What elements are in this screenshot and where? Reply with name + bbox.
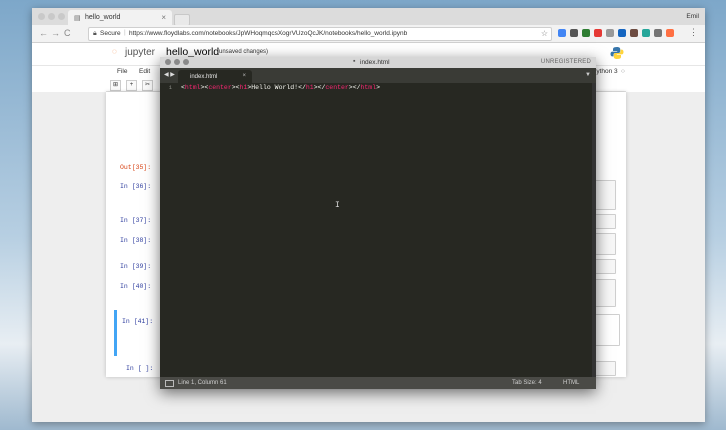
- extension-icon[interactable]: [654, 29, 662, 37]
- url-text[interactable]: https://www.floydlabs.com/notebooks/JpWH…: [129, 30, 407, 37]
- jupyter-logo-icon[interactable]: ◌: [112, 47, 117, 56]
- cell-prompt: Out[35]:: [120, 164, 152, 171]
- code-token-text: >: [376, 84, 381, 91]
- tab-close-button[interactable]: ×: [242, 73, 246, 79]
- code-cell-input-selected[interactable]: [594, 314, 620, 346]
- secure-label: Secure: [100, 30, 121, 37]
- page-icon: ▤: [74, 15, 81, 22]
- editor-tabbar: ◀ ▶ index.html × ▼: [160, 68, 596, 83]
- insert-cell-button[interactable]: +: [126, 80, 137, 91]
- back-button[interactable]: ←: [39, 28, 48, 38]
- bookmark-star-icon[interactable]: ☆: [541, 29, 548, 38]
- cursor-position: Line 1, Column 61: [178, 380, 227, 386]
- code-token-tag: html: [360, 84, 377, 91]
- reload-button[interactable]: C: [64, 28, 71, 38]
- extension-icon[interactable]: [570, 29, 578, 37]
- cell-prompt: In [39]:: [120, 263, 152, 270]
- cell-prompt: In [41]:: [122, 318, 154, 325]
- menu-file[interactable]: File: [117, 68, 127, 75]
- panel-toggle-icon[interactable]: [165, 380, 174, 387]
- menu-edit[interactable]: Edit: [139, 68, 150, 75]
- cell-prompt: In [40]:: [120, 283, 152, 290]
- code-token-tag: html: [184, 84, 201, 91]
- license-status: UNREGISTERED: [540, 59, 591, 65]
- code-cell-input[interactable]: [594, 279, 616, 307]
- minimize-window-button[interactable]: [174, 59, 180, 65]
- editor-tab[interactable]: index.html ×: [178, 70, 252, 83]
- close-window-button[interactable]: [38, 13, 45, 20]
- file-icon: ▪: [353, 58, 356, 65]
- editor-statusbar: Line 1, Column 61 Tab Size: 4 HTML: [160, 377, 596, 389]
- line-gutter: 1: [160, 83, 174, 377]
- profile-name[interactable]: Emil: [686, 13, 699, 20]
- code-token-text: ></: [348, 84, 361, 91]
- browser-tab[interactable]: ▤ hello_world ×: [68, 10, 172, 25]
- extension-icon[interactable]: [618, 29, 626, 37]
- code-cell-input[interactable]: [594, 180, 616, 210]
- cell-prompt: In [37]:: [120, 217, 152, 224]
- kernel-status-icon: ○: [621, 68, 625, 75]
- cut-cell-button[interactable]: ✂: [142, 80, 153, 91]
- code-token-tag: center: [208, 84, 232, 91]
- tab-strip: ▤ hello_world × Emil: [32, 8, 705, 26]
- tab-close-button[interactable]: ×: [161, 13, 166, 22]
- editor-window-title: index.html: [360, 59, 390, 66]
- save-status: (unsaved changes): [217, 49, 269, 55]
- code-token-text: ><: [231, 84, 240, 91]
- extension-icon[interactable]: [558, 29, 566, 37]
- line-number: 1: [168, 84, 172, 91]
- extension-icon[interactable]: [630, 29, 638, 37]
- extension-icon[interactable]: [582, 29, 590, 37]
- selected-cell-indicator: [114, 310, 117, 356]
- extension-icon[interactable]: [594, 29, 602, 37]
- tab-nav-arrows-icon[interactable]: ◀ ▶: [164, 71, 175, 78]
- code-cell-input[interactable]: [594, 259, 616, 274]
- zoom-window-button[interactable]: [183, 59, 189, 65]
- code-token-text: ></: [313, 84, 326, 91]
- separator: |: [124, 29, 126, 36]
- address-bar[interactable]: 🔒︎ Secure | https://www.floydlabs.com/no…: [88, 27, 552, 41]
- tab-size[interactable]: Tab Size: 4: [512, 380, 542, 386]
- code-area[interactable]: 1 <html><center><h1>Hello World!</h1></c…: [160, 83, 596, 377]
- close-window-button[interactable]: [165, 59, 171, 65]
- editor-titlebar: ▪ index.html UNREGISTERED: [160, 57, 596, 68]
- save-button[interactable]: ⊞: [110, 80, 121, 91]
- code-cell-input[interactable]: [594, 233, 616, 255]
- text-cursor-icon: I: [335, 201, 340, 210]
- code-token-text: >Hello World!</: [247, 84, 306, 91]
- extension-icon[interactable]: [666, 29, 674, 37]
- tab-menu-icon[interactable]: ▼: [585, 72, 591, 78]
- editor-window: ▪ index.html UNREGISTERED ◀ ▶ index.html…: [160, 57, 596, 389]
- extension-icon[interactable]: [606, 29, 614, 37]
- menu-icon[interactable]: ⋮: [689, 27, 698, 38]
- cell-prompt: In [ ]:: [126, 365, 154, 372]
- minimize-window-button[interactable]: [48, 13, 55, 20]
- extension-icon[interactable]: [642, 29, 650, 37]
- code-token-tag: h1: [305, 84, 314, 91]
- python-logo-icon: [610, 47, 624, 59]
- scrollbar[interactable]: [592, 83, 596, 377]
- code-token-tag: center: [325, 84, 349, 91]
- forward-button[interactable]: →: [51, 28, 60, 38]
- cell-prompt: In [36]:: [120, 183, 152, 190]
- editor-tab-label: index.html: [190, 74, 218, 80]
- lock-icon: 🔒︎: [93, 30, 97, 37]
- cell-prompt: In [38]:: [120, 237, 152, 244]
- zoom-window-button[interactable]: [58, 13, 65, 20]
- jupyter-logo-text[interactable]: jupyter: [125, 47, 155, 58]
- code-cell-input[interactable]: [594, 214, 616, 229]
- browser-toolbar: ← → C 🔒︎ Secure | https://www.floydlabs.…: [32, 25, 705, 43]
- code-cell-input[interactable]: [594, 361, 616, 376]
- syntax-mode[interactable]: HTML: [563, 380, 579, 386]
- tab-title: hello_world: [85, 14, 121, 21]
- code-line[interactable]: <html><center><h1>Hello World!</h1></cen…: [181, 84, 380, 91]
